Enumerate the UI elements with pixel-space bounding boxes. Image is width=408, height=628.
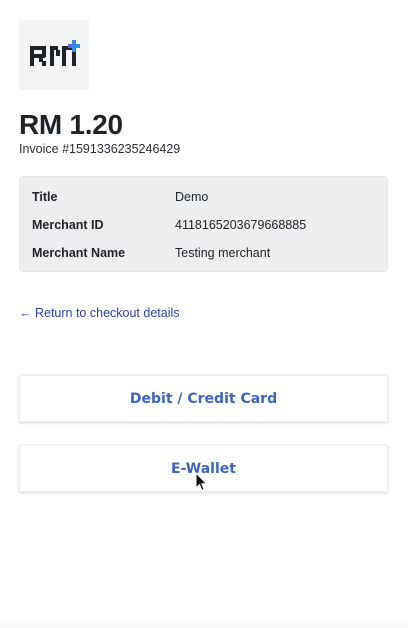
detail-value: Testing merchant [175, 246, 271, 260]
detail-row-merchant-name: Merchant Name Testing merchant [20, 243, 387, 263]
payment-details-panel: Title Demo Merchant ID 41181652036796688… [19, 176, 388, 272]
rm-logo-icon [30, 40, 80, 66]
detail-label: Merchant ID [32, 218, 104, 232]
detail-label: Title [32, 190, 58, 204]
payment-page: RM 1.20 Invoice #1591336235246429 Title … [0, 0, 408, 628]
detail-row-title: Title Demo [20, 187, 387, 207]
detail-row-merchant-id: Merchant ID 4118165203679668885 [20, 215, 387, 235]
detail-label: Merchant Name [32, 246, 126, 260]
payment-amount: RM 1.20 [19, 109, 123, 140]
return-to-checkout-link[interactable]: ← Return to checkout details [19, 304, 180, 322]
detail-value: 4118165203679668885 [175, 218, 307, 232]
invoice-number: Invoice #1591336235246429 [19, 142, 181, 156]
merchant-logo [19, 20, 89, 90]
detail-value: Demo [175, 190, 209, 204]
debit-credit-card-button[interactable]: Debit / Credit Card [19, 375, 388, 422]
mouse-pointer-icon [195, 472, 208, 492]
page-footer-edge [0, 622, 408, 628]
payment-method-label: Debit / Credit Card [129, 390, 278, 407]
